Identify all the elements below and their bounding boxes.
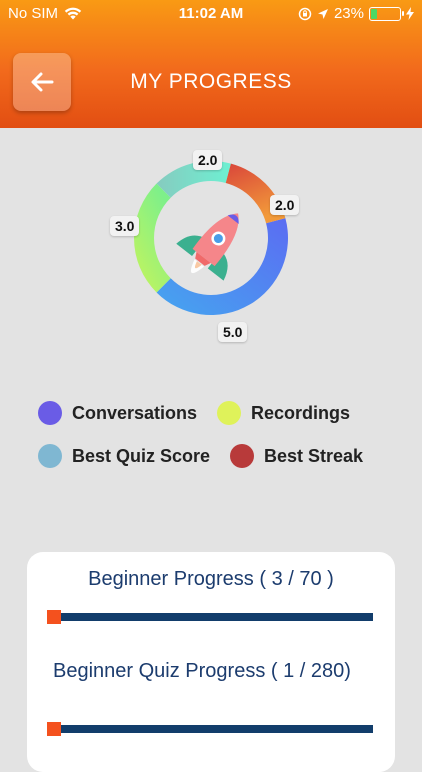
beginner-quiz-progress-fill xyxy=(47,722,61,736)
location-icon xyxy=(317,8,328,19)
legend-item-best-streak: Best Streak xyxy=(230,444,363,468)
legend-item-best-quiz-score: Best Quiz Score xyxy=(38,444,210,468)
beginner-progress-fill xyxy=(47,610,61,624)
legend-item-conversations: Conversations xyxy=(38,401,197,425)
data-label-recordings: 3.0 xyxy=(110,216,140,236)
donut-slice-recordings xyxy=(134,183,171,293)
progress-card: Beginner Progress ( 3 / 70 ) Beginner Qu… xyxy=(27,552,395,772)
status-bar: No SIM 11:02 AM 23% xyxy=(0,0,422,30)
legend-dot xyxy=(217,401,241,425)
beginner-progress-title: Beginner Progress ( 3 / 70 ) xyxy=(88,568,334,590)
data-label-best-quiz-score: 2.0 xyxy=(193,150,223,170)
battery-icon xyxy=(369,6,404,21)
battery-percent: 23% xyxy=(333,5,364,22)
legend-dot xyxy=(230,444,254,468)
legend-item-recordings: Recordings xyxy=(217,401,350,425)
data-label-conversations: 5.0 xyxy=(218,322,248,342)
beginner-quiz-progress-bar xyxy=(47,722,373,736)
legend-dot xyxy=(38,401,62,425)
progress-chart: 5.0 3.0 2.0 2.0 xyxy=(0,128,422,368)
beginner-progress-bar xyxy=(47,610,373,624)
page-title: MY PROGRESS xyxy=(130,70,292,93)
beginner-quiz-progress-title: Beginner Quiz Progress ( 1 / 280) xyxy=(53,660,351,682)
header: No SIM 11:02 AM 23% MY PROGRESS xyxy=(0,0,422,128)
legend-dot xyxy=(38,444,62,468)
charging-bolt-icon xyxy=(406,7,414,20)
orientation-lock-icon xyxy=(298,7,312,20)
data-label-best-streak: 2.0 xyxy=(270,195,300,215)
rocket-icon xyxy=(176,213,239,281)
